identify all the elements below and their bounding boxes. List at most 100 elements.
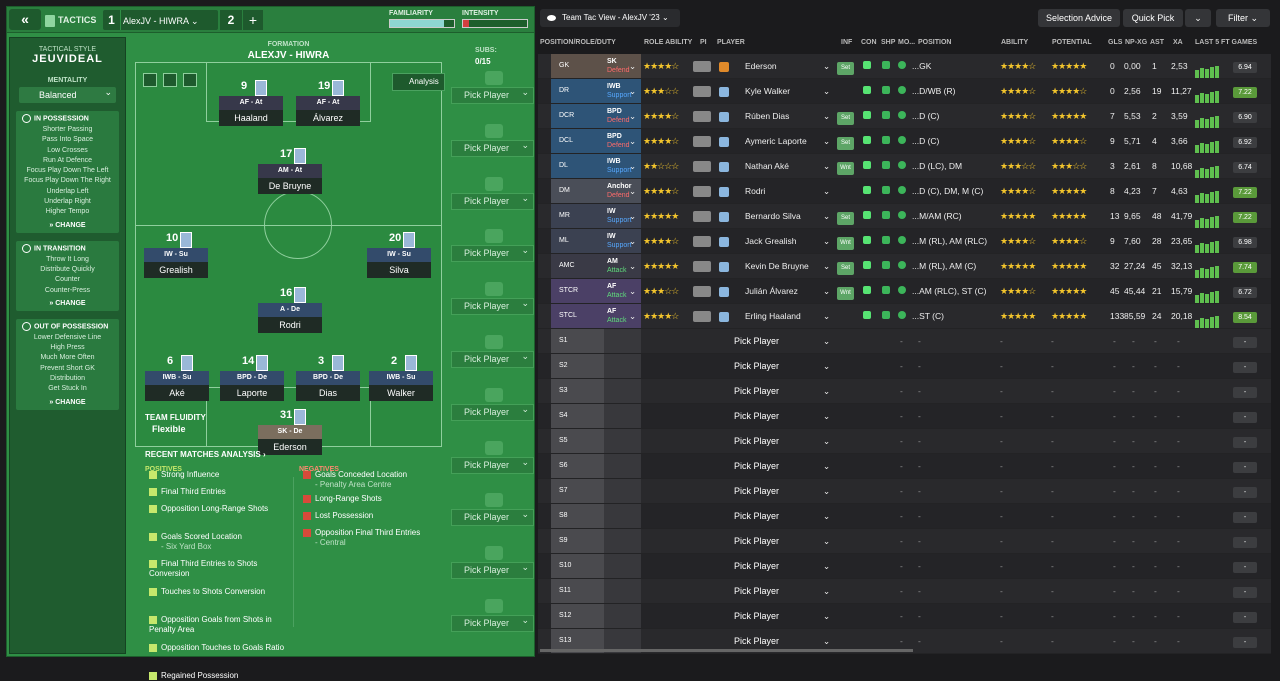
horizontal-scrollbar[interactable] bbox=[540, 649, 913, 652]
player-role[interactable]: BPD - De bbox=[220, 371, 284, 385]
pick-player-select[interactable]: Pick Player bbox=[734, 479, 779, 503]
column-header[interactable]: POTENTIAL bbox=[1052, 39, 1092, 46]
player-instructions-icon[interactable] bbox=[693, 154, 711, 178]
player-dropdown-icon[interactable]: ⌄ bbox=[823, 54, 830, 78]
pick-player-select[interactable]: Pick Player bbox=[734, 379, 779, 403]
column-header[interactable]: ABILITY bbox=[1001, 39, 1028, 46]
player-dropdown-icon[interactable]: ⌄ bbox=[823, 304, 830, 328]
sub-row[interactable] bbox=[538, 604, 1271, 629]
tactic-slot-2[interactable]: 2 bbox=[220, 10, 242, 30]
player-instructions-icon[interactable] bbox=[693, 79, 711, 103]
sub-pick-player[interactable]: Pick Player bbox=[451, 349, 534, 368]
player-dropdown-icon[interactable]: ⌄ bbox=[823, 204, 830, 228]
pitch-player[interactable]: 14 BPD - De Laporte bbox=[220, 355, 284, 404]
stats-view-icon[interactable] bbox=[163, 73, 177, 87]
pitch-player[interactable]: 6 IWB - Su Aké bbox=[145, 355, 209, 404]
player-instructions-icon[interactable] bbox=[693, 229, 711, 253]
pick-dropdown-icon[interactable]: ⌄ bbox=[823, 329, 830, 353]
player-role[interactable]: AM - At bbox=[258, 164, 322, 178]
player-dropdown-icon[interactable]: ⌄ bbox=[823, 179, 830, 203]
player-dropdown-icon[interactable]: ⌄ bbox=[823, 229, 830, 253]
back-button[interactable]: « bbox=[9, 9, 41, 30]
column-header[interactable]: SHP bbox=[881, 39, 895, 46]
column-header[interactable]: POSITION bbox=[918, 39, 951, 46]
out-of-possession-change-button[interactable]: » CHANGE bbox=[16, 399, 119, 406]
player-dropdown-icon[interactable]: ⌄ bbox=[823, 79, 830, 103]
player-name[interactable]: Haaland bbox=[219, 110, 283, 126]
sub-row[interactable] bbox=[538, 329, 1271, 354]
selection-advice-button[interactable]: Selection Advice bbox=[1038, 9, 1120, 27]
pick-dropdown-icon[interactable]: ⌄ bbox=[823, 554, 830, 578]
role-dropdown-icon[interactable]: ⌄ bbox=[629, 204, 636, 228]
player-name[interactable]: Ederson bbox=[745, 54, 777, 78]
quick-pick-dropdown[interactable]: ⌄ bbox=[1185, 9, 1211, 27]
sub-row[interactable] bbox=[538, 379, 1271, 404]
sub-row[interactable] bbox=[538, 429, 1271, 454]
role-dropdown-icon[interactable]: ⌄ bbox=[629, 279, 636, 303]
column-header[interactable]: POSITION/ROLE/DUTY bbox=[540, 39, 616, 46]
pick-dropdown-icon[interactable]: ⌄ bbox=[823, 604, 830, 628]
player-role[interactable]: IW - Su bbox=[144, 248, 208, 262]
pick-player-select[interactable]: Pick Player bbox=[734, 554, 779, 578]
column-header[interactable]: CON bbox=[861, 39, 877, 46]
column-header[interactable]: XA bbox=[1173, 39, 1183, 46]
quick-pick-button[interactable]: Quick Pick bbox=[1123, 9, 1183, 27]
sub-row[interactable] bbox=[538, 479, 1271, 504]
role-dropdown-icon[interactable]: ⌄ bbox=[629, 229, 636, 253]
pitch-player[interactable]: 31 SK - De Ederson bbox=[258, 409, 322, 458]
pick-player-select[interactable]: Pick Player bbox=[734, 329, 779, 353]
in-possession-change-button[interactable]: » CHANGE bbox=[16, 222, 119, 229]
player-name[interactable]: Julián Álvarez bbox=[745, 279, 798, 303]
mentality-select[interactable]: Balanced bbox=[19, 84, 116, 103]
player-role[interactable]: A - De bbox=[258, 303, 322, 317]
player-view-icon[interactable] bbox=[143, 73, 157, 87]
pick-dropdown-icon[interactable]: ⌄ bbox=[823, 379, 830, 403]
pick-dropdown-icon[interactable]: ⌄ bbox=[823, 529, 830, 553]
player-name[interactable]: Laporte bbox=[220, 385, 284, 401]
sub-pick-player[interactable]: Pick Player bbox=[451, 613, 534, 632]
player-name[interactable]: Ederson bbox=[258, 439, 322, 455]
pitch-player[interactable]: 2 IWB - Su Walker bbox=[369, 355, 433, 404]
add-tactic-button[interactable]: + bbox=[243, 10, 263, 30]
pick-dropdown-icon[interactable]: ⌄ bbox=[823, 404, 830, 428]
analysis-button[interactable]: Analysis bbox=[392, 73, 445, 91]
sub-pick-player[interactable]: Pick Player bbox=[451, 243, 534, 263]
pick-player-select[interactable]: Pick Player bbox=[734, 404, 779, 428]
pick-dropdown-icon[interactable]: ⌄ bbox=[823, 429, 830, 453]
sub-pick-player[interactable]: Pick Player bbox=[451, 507, 534, 527]
player-role[interactable]: AF - At bbox=[219, 96, 283, 110]
column-header[interactable]: PLAYER bbox=[717, 39, 745, 46]
pick-player-select[interactable]: Pick Player bbox=[734, 504, 779, 528]
role-dropdown-icon[interactable]: ⌄ bbox=[629, 304, 636, 328]
pitch-player[interactable]: 17 AM - At De Bruyne bbox=[258, 148, 322, 197]
sub-row[interactable] bbox=[538, 404, 1271, 429]
pitch-player[interactable]: 19 AF - At Álvarez bbox=[296, 80, 360, 129]
player-name[interactable]: Kyle Walker bbox=[745, 79, 790, 103]
pick-dropdown-icon[interactable]: ⌄ bbox=[823, 579, 830, 603]
player-role[interactable]: IW - Su bbox=[367, 248, 431, 262]
player-name[interactable]: Nathan Aké bbox=[745, 154, 789, 178]
player-name[interactable]: Bernardo Silva bbox=[745, 204, 801, 228]
pick-dropdown-icon[interactable]: ⌄ bbox=[823, 454, 830, 478]
player-dropdown-icon[interactable]: ⌄ bbox=[823, 129, 830, 153]
player-name[interactable]: Dias bbox=[296, 385, 360, 401]
sub-pick-player[interactable]: Pick Player bbox=[451, 85, 534, 104]
pick-dropdown-icon[interactable]: ⌄ bbox=[823, 504, 830, 528]
player-instructions-icon[interactable] bbox=[693, 104, 711, 128]
role-dropdown-icon[interactable]: ⌄ bbox=[629, 104, 636, 128]
player-name[interactable]: Rodri bbox=[258, 317, 322, 333]
sub-pick-player[interactable]: Pick Player bbox=[451, 402, 534, 421]
player-instructions-icon[interactable] bbox=[693, 254, 711, 278]
player-name[interactable]: De Bruyne bbox=[258, 178, 322, 194]
tactic-slot-1[interactable]: 1 AlexJV - HIWRA ⌄ bbox=[103, 10, 218, 30]
role-dropdown-icon[interactable]: ⌄ bbox=[629, 54, 636, 78]
column-header[interactable]: GLS bbox=[1108, 39, 1122, 46]
sub-row[interactable] bbox=[538, 579, 1271, 604]
pick-dropdown-icon[interactable]: ⌄ bbox=[823, 479, 830, 503]
player-instructions-icon[interactable] bbox=[693, 279, 711, 303]
pitch-player[interactable]: 9 AF - At Haaland bbox=[219, 80, 283, 129]
player-dropdown-icon[interactable]: ⌄ bbox=[823, 279, 830, 303]
pick-player-select[interactable]: Pick Player bbox=[734, 529, 779, 553]
pitch-player[interactable]: 20 IW - Su Silva bbox=[367, 232, 431, 281]
sub-row[interactable] bbox=[538, 504, 1271, 529]
